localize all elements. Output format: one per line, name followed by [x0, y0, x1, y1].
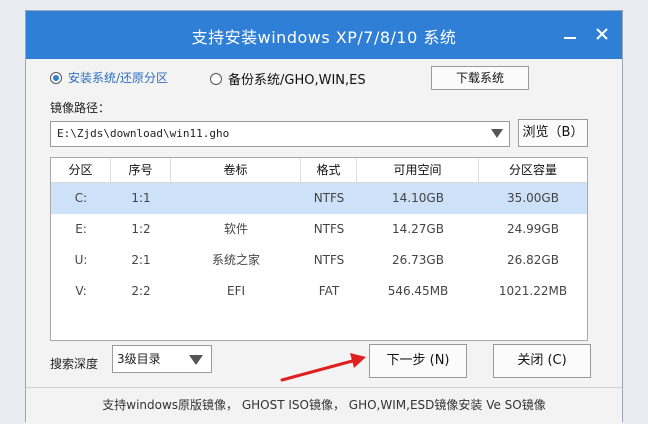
install-system-label: 安装系统/还原分区: [68, 71, 169, 85]
cell-format: NTFS: [313, 191, 345, 205]
minimize-icon: [564, 37, 576, 39]
search-depth-value: 3级目录: [117, 352, 161, 366]
table-header: 分区 序号 卷标 格式 可用空间 分区容量: [51, 158, 587, 183]
close-button[interactable]: 关闭 (C): [493, 344, 591, 378]
cell-drive: E:: [75, 222, 87, 236]
cell-free: 14.10GB: [392, 191, 444, 205]
cell-free: 26.73GB: [392, 253, 444, 267]
column-header-format[interactable]: 格式: [301, 158, 357, 182]
partition-table: 分区 序号 卷标 格式 可用空间 分区容量 C: 1:1 NTFS 14.10G…: [50, 157, 588, 341]
close-icon: [596, 28, 608, 40]
cell-capacity: 26.82GB: [507, 253, 559, 267]
column-header-label[interactable]: 卷标: [171, 158, 301, 182]
column-header-capacity[interactable]: 分区容量: [479, 158, 587, 182]
column-header-drive[interactable]: 分区: [51, 158, 111, 182]
cell-index: 2:1: [131, 253, 151, 267]
search-depth-label: 搜索深度: [50, 357, 99, 371]
backup-system-radio[interactable]: 备份系统/GHO,WIN,ES: [210, 69, 366, 88]
dropdown-arrow-icon[interactable]: [189, 355, 203, 365]
browse-button[interactable]: 浏览（B）: [518, 119, 588, 147]
minimize-button[interactable]: [558, 23, 582, 47]
cell-free: 14.27GB: [392, 222, 444, 236]
dropdown-arrow-icon[interactable]: [491, 129, 503, 138]
cell-index: 1:1: [131, 191, 151, 205]
installer-window: 支持安装windows XP/7/8/10 系统 安装系统/还原分区 备份系统/…: [25, 10, 623, 424]
title-bar: 支持安装windows XP/7/8/10 系统: [26, 11, 622, 59]
cell-capacity: 1021.22MB: [498, 284, 568, 298]
cell-free: 546.45MB: [387, 284, 449, 298]
table-row[interactable]: C: 1:1 NTFS 14.10GB 35.00GB: [51, 183, 587, 214]
radio-selected-icon: [50, 71, 62, 84]
cell-label: 系统之家: [211, 253, 260, 267]
cell-label: EFI: [226, 284, 246, 298]
radio-unselected-icon: [210, 72, 222, 85]
column-header-free[interactable]: 可用空间: [357, 158, 479, 182]
cell-capacity: 24.99GB: [507, 222, 559, 236]
table-row[interactable]: V: 2:2 EFI FAT 546.45MB 1021.22MB: [51, 276, 587, 307]
table-row[interactable]: U: 2:1 系统之家 NTFS 26.73GB 26.82GB: [51, 245, 587, 276]
cell-format: FAT: [318, 284, 340, 298]
download-system-button[interactable]: 下载系统: [431, 66, 529, 90]
window-title: 支持安装windows XP/7/8/10 系统: [191, 28, 457, 47]
cell-format: NTFS: [313, 222, 345, 236]
image-path-label: 镜像路径：: [50, 101, 111, 115]
next-step-button[interactable]: 下一步 (N): [369, 344, 467, 378]
table-row[interactable]: E: 1:2 软件 NTFS 14.27GB 24.99GB: [51, 214, 587, 245]
image-path-value: E:\Zjds\download\win11.gho: [57, 127, 230, 140]
cell-drive: U:: [74, 253, 88, 267]
cell-drive: V:: [75, 284, 87, 298]
image-path-dropdown[interactable]: E:\Zjds\download\win11.gho: [50, 121, 510, 147]
cell-index: 1:2: [131, 222, 151, 236]
backup-system-label: 备份系统/GHO,WIN,ES: [228, 73, 366, 88]
footer-info: 支持windows原版镜像， GHOST ISO镜像， GHO,WIM,ESD镜…: [26, 387, 622, 424]
close-window-button[interactable]: [590, 23, 614, 47]
column-header-index[interactable]: 序号: [111, 158, 171, 182]
search-depth-select[interactable]: 3级目录: [112, 345, 212, 373]
cell-drive: C:: [74, 191, 88, 205]
cell-format: NTFS: [313, 253, 345, 267]
install-system-radio[interactable]: 安装系统/还原分区: [50, 69, 168, 86]
cell-capacity: 35.00GB: [507, 191, 559, 205]
cell-label: 软件: [223, 222, 248, 236]
cell-label: [171, 183, 301, 214]
cell-index: 2:2: [131, 284, 151, 298]
